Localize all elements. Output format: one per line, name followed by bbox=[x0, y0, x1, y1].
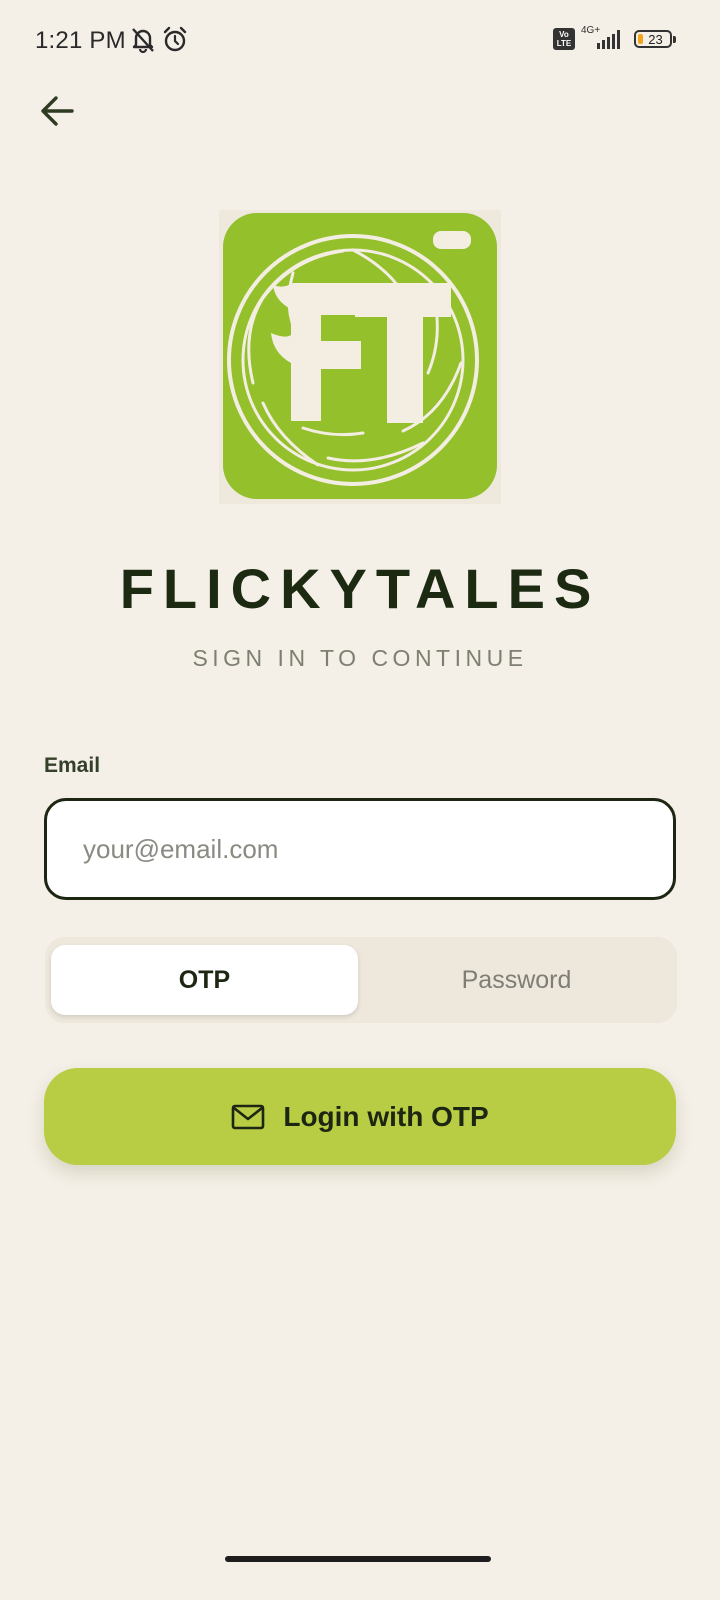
login-mode-toggle: OTP Password bbox=[45, 937, 677, 1023]
network-type: 4G+ bbox=[581, 25, 601, 36]
app-title: FLICKYTALES bbox=[119, 557, 601, 620]
email-input[interactable] bbox=[44, 798, 676, 900]
tab-otp[interactable]: OTP bbox=[51, 945, 358, 1015]
arrow-left-icon bbox=[41, 96, 74, 126]
back-button[interactable] bbox=[34, 88, 80, 134]
battery-level bbox=[638, 34, 643, 44]
battery-percent: 23 bbox=[648, 31, 663, 47]
volte-badge: Vo LTE bbox=[553, 28, 575, 50]
tab-password[interactable]: Password bbox=[363, 945, 670, 1015]
mail-icon bbox=[232, 1104, 265, 1129]
logo-tile bbox=[223, 213, 497, 499]
page-subtitle: SIGN IN TO CONTINUE bbox=[192, 645, 528, 671]
alarm-icon bbox=[161, 26, 189, 59]
battery-icon: 23 bbox=[634, 30, 676, 48]
app-logo bbox=[219, 210, 501, 504]
status-time: 1:21 PM bbox=[35, 27, 126, 54]
home-indicator[interactable] bbox=[225, 1556, 491, 1562]
status-indicators: Vo LTE 4G+ 23 bbox=[553, 25, 676, 50]
login-button-label: Login with OTP bbox=[283, 1100, 489, 1132]
login-with-otp-button[interactable]: Login with OTP bbox=[44, 1068, 676, 1165]
email-label: Email bbox=[44, 754, 101, 777]
status-bar: 1:21 PM Vo LTE 4G+ 23 bbox=[0, 0, 720, 80]
signal-icon bbox=[597, 29, 620, 49]
bell-off-icon bbox=[130, 26, 156, 59]
